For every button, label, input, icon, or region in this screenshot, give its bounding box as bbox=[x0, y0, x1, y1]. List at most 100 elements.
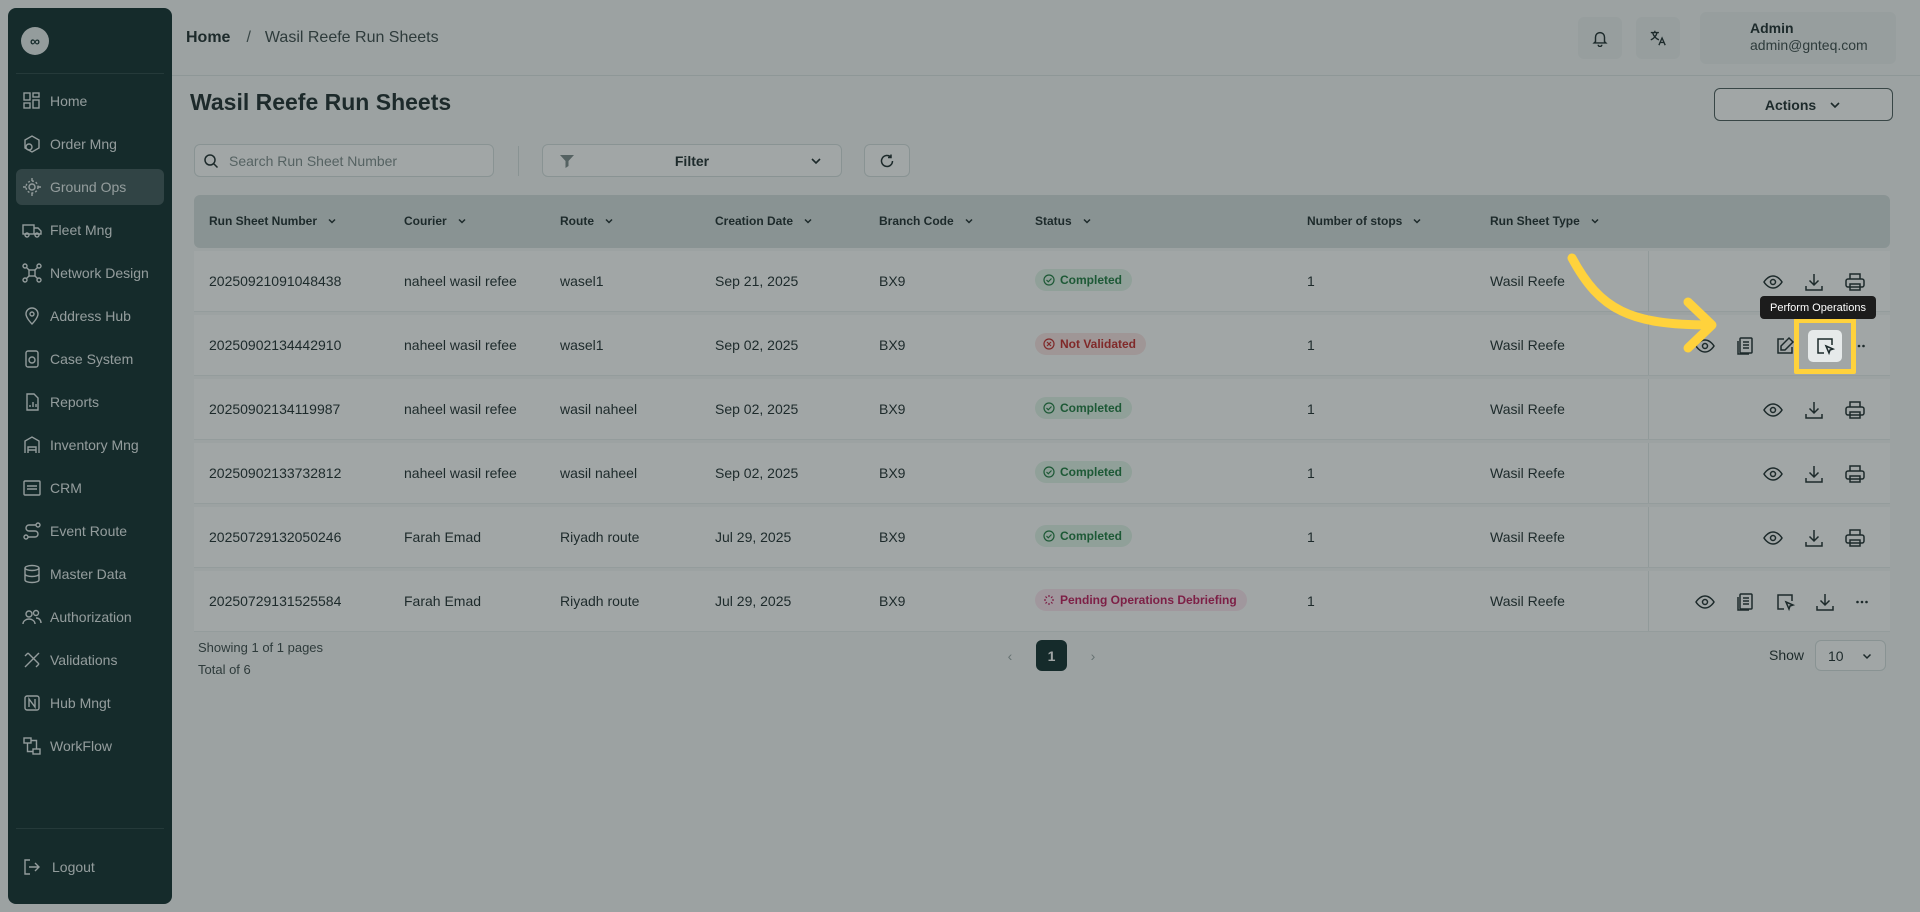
print-button[interactable] bbox=[1842, 269, 1868, 295]
perform-operations-button-highlighted[interactable] bbox=[1808, 330, 1842, 362]
prev-page-button[interactable]: ‹ bbox=[1000, 648, 1020, 664]
column-header[interactable]: Creation Date bbox=[715, 214, 813, 228]
view-button[interactable] bbox=[1692, 589, 1718, 615]
printer-icon bbox=[1845, 465, 1865, 483]
page-size-select[interactable]: 10 bbox=[1815, 640, 1886, 671]
table-row[interactable]: 20250729132050246 Farah Emad Riyadh rout… bbox=[194, 507, 1890, 568]
column-label: Number of stops bbox=[1307, 214, 1403, 228]
download-button[interactable] bbox=[1801, 397, 1827, 423]
print-button[interactable] bbox=[1842, 397, 1868, 423]
actions-divider bbox=[1648, 507, 1649, 567]
creation-date-cell: Sep 02, 2025 bbox=[715, 401, 799, 417]
sidebar-item-event-route[interactable]: Event Route bbox=[16, 513, 164, 549]
download-button[interactable] bbox=[1801, 269, 1827, 295]
notifications-button[interactable] bbox=[1578, 17, 1622, 59]
column-label: Route bbox=[560, 214, 594, 228]
download-icon bbox=[1805, 530, 1823, 547]
column-header[interactable]: Status bbox=[1035, 214, 1092, 228]
sidebar-item-case-system[interactable]: Case System bbox=[16, 341, 164, 377]
download-button[interactable] bbox=[1812, 589, 1838, 615]
courier-cell: naheel wasil refee bbox=[404, 273, 517, 289]
download-icon bbox=[1805, 466, 1823, 483]
breadcrumb-home[interactable]: Home bbox=[186, 29, 230, 47]
more-options-button[interactable] bbox=[1849, 589, 1875, 615]
cursor-box-icon bbox=[1777, 594, 1796, 612]
run-sheet-number: 20250729131525584 bbox=[209, 593, 342, 609]
status-badge: Completed bbox=[1035, 397, 1133, 419]
sidebar-item-network-design[interactable]: Network Design bbox=[16, 255, 164, 291]
page-button-current[interactable]: 1 bbox=[1036, 640, 1067, 671]
document-button[interactable] bbox=[1732, 333, 1758, 359]
table-header: Run Sheet Number Courier Route Creation … bbox=[194, 195, 1890, 248]
sidebar-item-label: Home bbox=[50, 93, 88, 109]
user-menu[interactable]: Admin admin@gnteq.com bbox=[1700, 12, 1896, 64]
table-row[interactable]: 20250729131525584 Farah Emad Riyadh rout… bbox=[194, 571, 1890, 632]
route-icon bbox=[23, 522, 41, 540]
route-cell: Riyadh route bbox=[560, 529, 640, 545]
actions-divider bbox=[1648, 379, 1649, 439]
sidebar-item-ground-ops[interactable]: Ground Ops bbox=[16, 169, 164, 205]
users-icon bbox=[22, 609, 42, 625]
filter-dropdown[interactable]: Filter bbox=[542, 144, 842, 177]
print-button[interactable] bbox=[1842, 525, 1868, 551]
column-header[interactable]: Run Sheet Type bbox=[1490, 214, 1600, 228]
logo[interactable]: ∞ bbox=[16, 8, 164, 74]
sidebar-item-address-hub[interactable]: Address Hub bbox=[16, 298, 164, 334]
status-label: Completed bbox=[1060, 465, 1123, 479]
view-button[interactable] bbox=[1760, 461, 1786, 487]
stops-cell: 1 bbox=[1307, 401, 1315, 417]
sidebar-item-reports[interactable]: Reports bbox=[16, 384, 164, 420]
document-button[interactable] bbox=[1732, 589, 1758, 615]
view-button[interactable] bbox=[1760, 525, 1786, 551]
stops-cell: 1 bbox=[1307, 337, 1315, 353]
sidebar-item-crm[interactable]: CRM bbox=[16, 470, 164, 506]
table-row[interactable]: 20250902133732812 naheel wasil refee was… bbox=[194, 443, 1890, 504]
sidebar-item-label: Ground Ops bbox=[50, 179, 127, 195]
eye-icon bbox=[1695, 595, 1715, 609]
sidebar-item-workflow[interactable]: WorkFlow bbox=[16, 728, 164, 764]
sidebar-item-label: WorkFlow bbox=[50, 738, 112, 754]
sidebar-item-home[interactable]: Home bbox=[16, 83, 164, 119]
perform-operations-button[interactable] bbox=[1772, 589, 1798, 615]
total-count-text: Total of 6 bbox=[198, 662, 251, 677]
language-button[interactable] bbox=[1636, 17, 1680, 59]
next-page-button[interactable]: › bbox=[1083, 648, 1103, 664]
view-button[interactable] bbox=[1760, 397, 1786, 423]
view-button[interactable] bbox=[1760, 269, 1786, 295]
sidebar-item-validations[interactable]: Validations bbox=[16, 642, 164, 678]
column-header[interactable]: Courier bbox=[404, 214, 467, 228]
courier-cell: Farah Emad bbox=[404, 529, 482, 545]
download-button[interactable] bbox=[1801, 525, 1827, 551]
column-header[interactable]: Run Sheet Number bbox=[209, 214, 337, 228]
sidebar-item-authorization[interactable]: Authorization bbox=[16, 599, 164, 635]
column-header[interactable]: Number of stops bbox=[1307, 214, 1422, 228]
route-cell: wasel1 bbox=[560, 273, 604, 289]
eye-icon bbox=[1763, 275, 1783, 289]
download-icon bbox=[1805, 274, 1823, 291]
sidebar-item-label: Hub Mngt bbox=[50, 695, 111, 711]
search-input[interactable] bbox=[229, 152, 469, 169]
route-cell: wasel1 bbox=[560, 337, 604, 353]
sort-icon bbox=[458, 218, 466, 224]
logout-button[interactable]: Logout bbox=[16, 857, 95, 877]
edit-icon bbox=[1777, 336, 1795, 354]
column-header[interactable]: Branch Code bbox=[879, 214, 974, 228]
sidebar-item-inventory-mng[interactable]: Inventory Mng bbox=[16, 427, 164, 463]
type-cell: Wasil Reefe bbox=[1490, 465, 1565, 481]
refresh-button[interactable] bbox=[864, 144, 910, 177]
actions-button[interactable]: Actions bbox=[1714, 88, 1893, 121]
map-pin-icon bbox=[25, 307, 39, 325]
pagination: ‹ 1 › bbox=[1000, 640, 1103, 671]
sidebar-item-order-mng[interactable]: Order Mng bbox=[16, 126, 164, 162]
sidebar-item-master-data[interactable]: Master Data bbox=[16, 556, 164, 592]
download-button[interactable] bbox=[1801, 461, 1827, 487]
sidebar-item-fleet-mng[interactable]: Fleet Mng bbox=[16, 212, 164, 248]
sidebar-item-hub-mngt[interactable]: Hub Mngt bbox=[16, 685, 164, 721]
column-header[interactable]: Route bbox=[560, 214, 614, 228]
tooltip: Perform Operations bbox=[1760, 296, 1876, 319]
creation-date-cell: Jul 29, 2025 bbox=[715, 529, 792, 545]
table-row[interactable]: 20250902134119987 naheel wasil refee was… bbox=[194, 379, 1890, 440]
sidebar-item-label: Address Hub bbox=[50, 308, 131, 324]
status-badge: Completed bbox=[1035, 269, 1133, 291]
print-button[interactable] bbox=[1842, 461, 1868, 487]
